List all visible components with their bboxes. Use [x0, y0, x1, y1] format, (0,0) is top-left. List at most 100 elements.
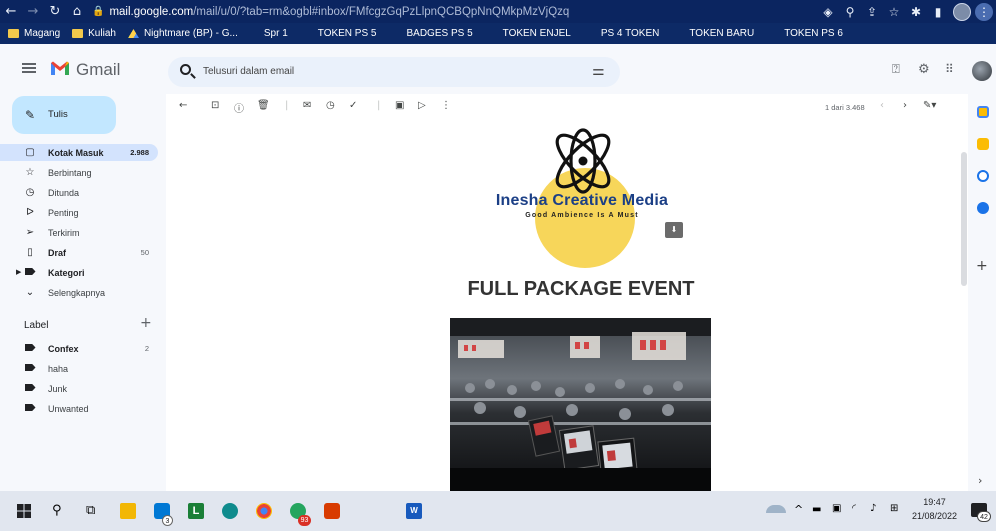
location-icon[interactable]: ◈: [817, 5, 839, 19]
star-icon: ☆: [25, 167, 35, 178]
download-image-icon[interactable]: ⬇: [665, 222, 683, 238]
older-chevron-icon[interactable]: ›: [903, 100, 907, 111]
label-item-haha[interactable]: haha: [0, 360, 158, 377]
sidebar-item-more[interactable]: ⌄ Selengkapnya: [0, 284, 158, 301]
contacts-icon[interactable]: [977, 202, 989, 214]
search-bar[interactable]: Telusuri dalam email ⚌: [168, 57, 620, 87]
tray-chevron-icon[interactable]: ^: [794, 503, 803, 516]
side-panel-icon[interactable]: ▮: [927, 5, 949, 19]
zoom-icon[interactable]: ⚲: [839, 5, 861, 19]
main-menu-icon[interactable]: [22, 63, 36, 65]
move-to-icon[interactable]: ▣: [395, 100, 404, 111]
gmail-wordmark: Gmail: [76, 60, 121, 79]
language-icon[interactable]: ⊞: [890, 503, 898, 514]
sidebar-item-label: Ditunda: [48, 187, 80, 198]
url-path: /mail/u/0/?tab=rm&ogbl#inbox/FMfcgzGqPzL…: [193, 5, 570, 18]
delete-icon[interactable]: 🗑: [257, 100, 270, 111]
gmail-header: Gmail Telusuri dalam email ⚌ ⍰ ⚙ ⠿: [0, 44, 996, 94]
compose-button[interactable]: ✎ Tulis: [12, 96, 116, 134]
browser-menu-icon[interactable]: ⋮: [975, 2, 993, 21]
bookmark-spr1[interactable]: Spr 1: [264, 28, 288, 39]
display-icon[interactable]: ▣: [832, 503, 841, 514]
newer-chevron-icon[interactable]: ‹: [880, 100, 884, 111]
system-clock[interactable]: 19:47 21/08/2022: [912, 495, 957, 523]
search-input[interactable]: Telusuri dalam email: [203, 66, 294, 77]
calendar-icon[interactable]: [977, 106, 989, 118]
back-to-inbox-icon[interactable]: ←: [179, 100, 187, 111]
mark-unread-icon[interactable]: ✉: [303, 100, 311, 111]
office-icon[interactable]: [324, 503, 340, 519]
sidebar-item-categories[interactable]: Kategori: [0, 264, 158, 281]
chrome-browser-icon[interactable]: [256, 503, 272, 519]
account-avatar[interactable]: [972, 61, 992, 81]
reload-icon[interactable]: ↻: [44, 4, 66, 19]
lock-icon: 🔒: [92, 6, 105, 17]
report-spam-icon[interactable]: ⓘ: [234, 100, 244, 115]
bookmark-token-enjel[interactable]: TOKEN ENJEL: [503, 28, 571, 39]
bookmark-star-icon[interactable]: ☆: [883, 5, 905, 19]
weather-icon[interactable]: [766, 505, 786, 513]
help-icon[interactable]: ⍰: [892, 62, 900, 77]
file-explorer-icon[interactable]: [120, 503, 136, 519]
more-options-icon[interactable]: ⋮: [441, 100, 451, 111]
search-icon[interactable]: [180, 64, 191, 75]
word-app-icon[interactable]: W: [406, 503, 422, 519]
bookmark-token-ps6[interactable]: TOKEN PS 6: [784, 28, 843, 39]
label-item-confex[interactable]: Confex 2: [0, 340, 158, 357]
label-icon[interactable]: ▷: [418, 100, 426, 111]
bookmark-kuliah[interactable]: Kuliah: [72, 28, 116, 39]
add-label-icon[interactable]: +: [140, 315, 152, 331]
tasks-icon[interactable]: [977, 170, 989, 182]
search-options-icon[interactable]: ⚌: [592, 63, 605, 79]
profile-avatar[interactable]: [953, 2, 971, 21]
gmail-logo-icon[interactable]: [50, 60, 70, 76]
google-drive-icon: [127, 29, 139, 38]
bookmark-token-ps5[interactable]: TOKEN PS 5: [318, 28, 377, 39]
settings-gear-icon[interactable]: ⚙: [918, 62, 930, 77]
wifi-icon[interactable]: ◜: [852, 503, 856, 514]
snooze-icon[interactable]: ◷: [326, 100, 335, 111]
line-app-icon[interactable]: L: [188, 503, 204, 519]
label-item-unwanted[interactable]: Unwanted: [0, 400, 158, 417]
sidebar-item-sent[interactable]: ➢ Terkirim: [0, 224, 158, 241]
input-tools-icon[interactable]: ✎▾: [923, 100, 936, 111]
send-icon: ➢: [25, 227, 35, 238]
show-side-panel-icon[interactable]: ›: [978, 474, 982, 487]
bookmark-label: Kuliah: [88, 28, 116, 39]
home-icon[interactable]: ⌂: [66, 4, 88, 19]
unread-count: 2.988: [130, 148, 149, 157]
inbox-icon: ▢: [25, 147, 35, 158]
task-view-icon[interactable]: ⧉: [86, 503, 102, 519]
bookmark-token-baru[interactable]: TOKEN BARU: [689, 28, 754, 39]
get-addons-icon[interactable]: +: [976, 258, 988, 274]
sidebar-item-starred[interactable]: ☆ Berbintang: [0, 164, 158, 181]
sidebar-item-drafts[interactable]: ▯ Draf 50: [0, 244, 158, 261]
label-count: 2: [144, 344, 149, 353]
back-icon[interactable]: ←: [0, 4, 22, 19]
apps-grid-icon[interactable]: ⠿: [945, 62, 954, 76]
archive-icon[interactable]: ⊡: [211, 100, 219, 111]
bookmark-badges-ps5[interactable]: BADGES PS 5: [407, 28, 473, 39]
bookmark-magang[interactable]: Magang: [8, 28, 60, 39]
extensions-icon[interactable]: ✱: [905, 5, 927, 19]
sidebar-item-snoozed[interactable]: ◷ Ditunda: [0, 184, 158, 201]
keep-icon[interactable]: [977, 138, 989, 150]
volume-icon[interactable]: ♪: [870, 503, 876, 514]
share-icon[interactable]: ⇪: [861, 5, 883, 19]
address-bar[interactable]: 🔒 mail.google.com /mail/u/0/?tab=rm&ogbl…: [92, 2, 569, 21]
bookmark-nightmare[interactable]: Nightmare (BP) - G...: [127, 28, 238, 39]
windows-start-icon[interactable]: [16, 503, 32, 519]
sidebar-item-important[interactable]: ᐅ Penting: [0, 204, 158, 221]
sidebar-item-inbox[interactable]: ▢ Kotak Masuk 2.988: [0, 144, 158, 161]
bookmark-label: Nightmare (BP) - G...: [143, 28, 238, 39]
label-item-junk[interactable]: Junk: [0, 380, 158, 397]
side-panel-addons: + ›: [968, 94, 996, 491]
event-photo: [450, 318, 711, 491]
add-task-icon[interactable]: ✓: [349, 100, 357, 111]
forward-icon[interactable]: →: [22, 4, 44, 19]
message-scrollbar[interactable]: [961, 152, 967, 286]
bookmark-ps4-token[interactable]: PS 4 TOKEN: [601, 28, 660, 39]
search-icon[interactable]: ⚲: [52, 503, 68, 519]
edge-browser-icon[interactable]: [222, 503, 238, 519]
battery-icon[interactable]: ▬: [812, 504, 821, 515]
